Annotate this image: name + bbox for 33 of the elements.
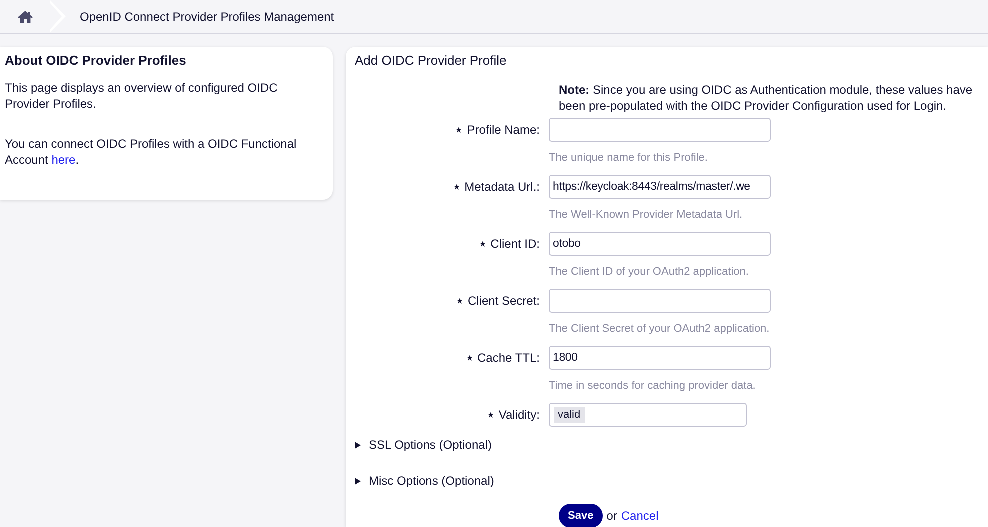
card-paragraph: You can connect OIDC Profiles with a OIDC Functional Account here. xyxy=(5,136,298,168)
field-label: Client Secret: xyxy=(468,293,540,310)
field-label: Validity: xyxy=(498,407,540,424)
card-paragraph: This page displays an overview of configured OIDC Provider Profiles. xyxy=(5,80,279,112)
input-field[interactable]: 1800 xyxy=(549,346,771,370)
field-label: Client ID: xyxy=(490,236,540,253)
page-title: OpenID Connect Provider Profiles Management xyxy=(80,8,334,26)
selected-value-tag: valid xyxy=(554,407,585,423)
input-field[interactable] xyxy=(549,118,771,142)
triangle-icon xyxy=(355,442,361,448)
note-text: Note: Since you are using OIDC as Authentication module, these values have been pre-populated with the OIDC Provider Configuration used for Login. xyxy=(559,82,974,114)
home-icon xyxy=(18,10,32,22)
field-label: Cache TTL: xyxy=(478,350,540,367)
field-label: Metadata Url.: xyxy=(464,179,540,196)
field-label: Profile Name: xyxy=(467,122,540,139)
collapsible-section-toggle[interactable]: Misc Options (Optional) xyxy=(355,473,494,489)
field-hint: The Well-Known Provider Metadata Url. xyxy=(549,208,744,223)
select-field[interactable]: valid xyxy=(549,403,747,427)
collapsible-section-toggle[interactable]: SSL Options (Optional) xyxy=(355,437,492,453)
input-field[interactable]: https://keycloak:8443/realms/master/.we xyxy=(549,175,771,199)
field-hint: The Client ID of your OAuth2 application. xyxy=(549,265,750,280)
save-button[interactable]: Save xyxy=(559,504,603,527)
input-field[interactable]: otobo xyxy=(549,232,771,256)
cancel-link[interactable]: Cancel xyxy=(621,507,659,525)
card-title: About OIDC Provider Profiles xyxy=(5,53,188,69)
here-link[interactable]: here xyxy=(52,153,76,167)
triangle-icon xyxy=(355,478,361,484)
input-field[interactable] xyxy=(549,289,771,313)
or-text: or xyxy=(606,508,618,525)
field-hint: Time in seconds for caching provider data. xyxy=(549,379,757,394)
field-hint: The unique name for this Profile. xyxy=(549,151,709,166)
card-title: Add OIDC Provider Profile xyxy=(355,53,508,69)
field-hint: The Client Secret of your OAuth2 application. xyxy=(549,322,771,337)
